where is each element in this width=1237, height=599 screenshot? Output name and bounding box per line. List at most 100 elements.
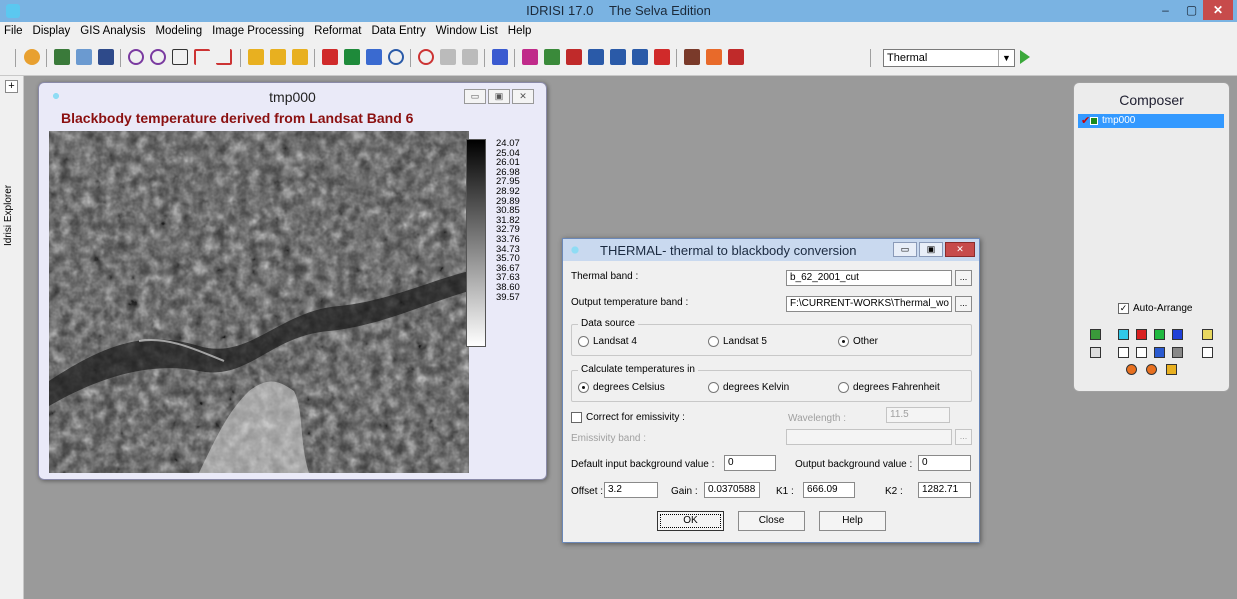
database-icon[interactable]	[566, 49, 582, 65]
map-window[interactable]: tmp000 ▭ ▣ ✕ Blackbody temperature deriv…	[38, 82, 547, 480]
zoom-window-icon[interactable]	[172, 49, 188, 65]
dialog-close-button[interactable]: ✕	[945, 242, 975, 257]
thermal-band-input[interactable]: b_62_2001_cut	[786, 270, 952, 286]
undo-icon[interactable]	[462, 49, 478, 65]
measure-icon[interactable]	[366, 49, 382, 65]
blue-layer-icon[interactable]	[1172, 329, 1183, 340]
green-layer-icon[interactable]	[1154, 329, 1165, 340]
list-icon[interactable]	[632, 49, 648, 65]
query-icon[interactable]	[322, 49, 338, 65]
landsat5-radio-dot[interactable]	[708, 336, 719, 347]
pan-arrows-icon[interactable]	[1126, 364, 1137, 375]
menu-window-list[interactable]: Window List	[436, 25, 498, 37]
explorer-tab[interactable]: Idrisi Explorer	[3, 115, 14, 246]
thermal-raster-image[interactable]	[49, 131, 469, 473]
extent-icon[interactable]	[1166, 364, 1177, 375]
fahrenheit-radio-dot[interactable]	[838, 382, 849, 393]
landsat4-radio-dot[interactable]	[578, 336, 589, 347]
close-button[interactable]: ✕	[1203, 0, 1233, 20]
emissivity-band-browse-button[interactable]: ...	[955, 429, 972, 445]
menu-modeling[interactable]: Modeling	[155, 25, 202, 37]
curve-icon[interactable]	[728, 49, 744, 65]
map-maximize-button[interactable]: ▣	[488, 89, 510, 104]
zoom-out-icon[interactable]	[150, 49, 166, 65]
correct-emissivity-box[interactable]	[571, 412, 582, 423]
menu-data-entry[interactable]: Data Entry	[371, 25, 425, 37]
k2-input[interactable]: 1282.71	[918, 482, 971, 498]
output-band-input[interactable]: F:\CURRENT-WORKS\Thermal_wo	[786, 296, 952, 312]
histogram-icon[interactable]	[522, 49, 538, 65]
landsat4-radio[interactable]: Landsat 4	[578, 336, 637, 347]
k1-input[interactable]: 666.09	[803, 482, 855, 498]
print-icon[interactable]	[1172, 347, 1183, 358]
composite-icon[interactable]	[54, 49, 70, 65]
stretch-icon[interactable]	[544, 49, 560, 65]
landsat5-radio[interactable]: Landsat 5	[708, 336, 767, 347]
remove-layer-icon[interactable]	[1202, 329, 1213, 340]
circle-icon[interactable]	[388, 49, 404, 65]
other-radio-dot[interactable]	[838, 336, 849, 347]
save-icon[interactable]	[1154, 347, 1165, 358]
output-bg-input[interactable]: 0	[918, 455, 971, 471]
celsius-radio-dot[interactable]	[578, 382, 589, 393]
symbol-workshop-icon[interactable]	[292, 49, 308, 65]
maximize-button[interactable]: ▢	[1178, 0, 1205, 20]
menu-file[interactable]: File	[4, 25, 23, 37]
expand-explorer-button[interactable]: +	[5, 80, 18, 93]
auto-arrange-checkbox[interactable]: ✓	[1118, 303, 1129, 314]
run-icon[interactable]	[1020, 50, 1030, 64]
default-input-bg-input[interactable]: 0	[724, 455, 776, 471]
composer-layer-item[interactable]: ✔ tmp000	[1078, 114, 1224, 128]
thermal-band-browse-button[interactable]: ...	[955, 270, 972, 286]
open-display-icon[interactable]	[24, 49, 40, 65]
gain-input[interactable]: 0.0370588	[704, 482, 760, 498]
ok-button[interactable]: OK	[657, 511, 724, 531]
digitize-icon[interactable]	[344, 49, 360, 65]
wavelength-input[interactable]: 11.5	[886, 407, 950, 423]
fahrenheit-radio[interactable]: degrees Fahrenheit	[838, 382, 940, 393]
vector-icon[interactable]	[76, 49, 92, 65]
offset-input[interactable]: 3.2	[604, 482, 658, 498]
layer-icon[interactable]	[98, 49, 114, 65]
map-props-icon[interactable]	[1136, 347, 1147, 358]
crosshair-icon[interactable]	[418, 49, 434, 65]
minimize-button[interactable]: –	[1152, 0, 1179, 20]
zoom-in-icon[interactable]	[128, 49, 144, 65]
correct-emissivity-checkbox[interactable]: Correct for emissivity :	[571, 412, 685, 423]
checkmark-icon[interactable]: ✔	[1081, 114, 1090, 128]
macro-icon[interactable]	[684, 49, 700, 65]
other-radio[interactable]: Other	[838, 336, 878, 347]
menu-image-processing[interactable]: Image Processing	[212, 25, 304, 37]
add-layer-icon[interactable]	[1090, 329, 1101, 340]
tool-icon[interactable]	[440, 49, 456, 65]
help-button[interactable]: Help	[819, 511, 886, 531]
menu-help[interactable]: Help	[508, 25, 532, 37]
grid-icon[interactable]	[610, 49, 626, 65]
red-layer-icon[interactable]	[1136, 329, 1147, 340]
gps-icon[interactable]	[492, 49, 508, 65]
shape-icon[interactable]	[706, 49, 722, 65]
pan-icon[interactable]	[194, 49, 210, 65]
dialog-minimize-button[interactable]: ▭	[893, 242, 917, 257]
layer-properties-icon[interactable]	[270, 49, 286, 65]
close-dialog-button[interactable]: Close	[738, 511, 805, 531]
layer-select[interactable]: Thermal ▼	[883, 49, 1015, 67]
emissivity-band-input[interactable]	[786, 429, 952, 445]
kelvin-radio-dot[interactable]	[708, 382, 719, 393]
pencil-icon[interactable]	[654, 49, 670, 65]
map-minimize-button[interactable]: ▭	[464, 89, 486, 104]
kelvin-radio[interactable]: degrees Kelvin	[708, 382, 789, 393]
menu-display[interactable]: Display	[33, 25, 71, 37]
properties-icon[interactable]	[1090, 347, 1101, 358]
full-extent-icon[interactable]	[216, 49, 232, 65]
auto-arrange[interactable]: ✓ Auto-Arrange	[1118, 303, 1192, 314]
cursor-icon[interactable]	[1202, 347, 1213, 358]
menu-gis-analysis[interactable]: GIS Analysis	[80, 25, 145, 37]
map-close-button[interactable]: ✕	[512, 89, 534, 104]
menu-reformat[interactable]: Reformat	[314, 25, 361, 37]
map-properties-icon[interactable]	[248, 49, 264, 65]
layer-props-icon[interactable]	[1118, 347, 1129, 358]
cyan-layer-icon[interactable]	[1118, 329, 1129, 340]
table-icon[interactable]	[588, 49, 604, 65]
chevron-down-icon[interactable]: ▼	[998, 50, 1014, 66]
